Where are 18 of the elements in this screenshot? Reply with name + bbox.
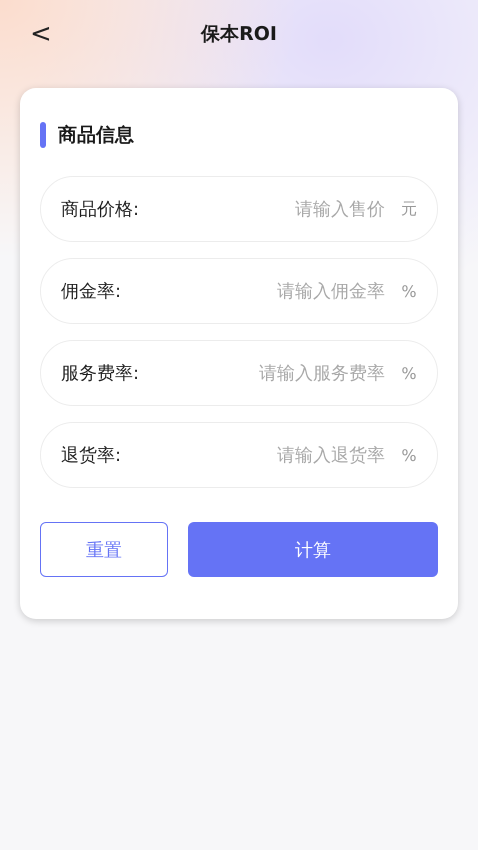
page-title: 保本ROI — [201, 22, 277, 47]
input-field[interactable]: 请输入服务费率 — [139, 362, 387, 384]
back-button[interactable]: < — [26, 20, 56, 48]
field-label: 退货率: — [61, 444, 122, 467]
unit-label: 元 — [401, 198, 417, 220]
field-label: 服务费率: — [61, 362, 140, 385]
field-label: 商品价格: — [61, 198, 140, 221]
accent-bar — [40, 122, 46, 148]
input-field[interactable]: 请输入退货率 — [121, 444, 387, 466]
section-title: 商品信息 — [58, 123, 134, 148]
unit-label: % — [401, 446, 417, 464]
input-field[interactable]: 请输入售价 — [139, 198, 387, 220]
reset-button[interactable]: 重置 — [40, 522, 168, 577]
unit-label: % — [401, 282, 417, 300]
unit-label: % — [401, 364, 417, 382]
field-label: 佣金率: — [61, 280, 122, 303]
input-field[interactable]: 请输入佣金率 — [121, 280, 387, 302]
calculate-button[interactable]: 计算 — [188, 522, 438, 577]
